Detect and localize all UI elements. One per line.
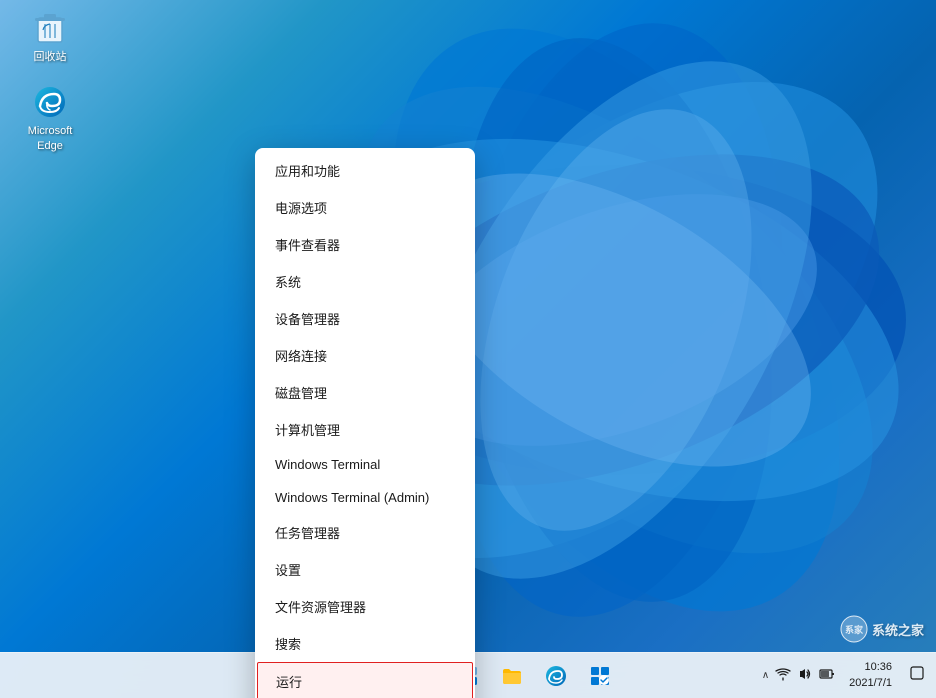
watermark: 系家 系统之家 (840, 615, 924, 643)
recycle-bin-label: 回收站 (34, 50, 67, 64)
store-button[interactable] (580, 656, 620, 696)
clock-date: 2021/7/1 (849, 676, 892, 691)
menu-item-windows-terminal-admin[interactable]: Windows Terminal (Admin) (255, 481, 475, 514)
menu-item-computer-management[interactable]: 计算机管理 (255, 411, 475, 448)
systray-expand-button[interactable]: ∧ (762, 670, 769, 681)
menu-item-search[interactable]: 搜索 (255, 625, 475, 662)
menu-item-device-manager[interactable]: 设备管理器 (255, 300, 475, 337)
menu-item-network-connections[interactable]: 网络连接 (255, 337, 475, 374)
taskbar-right: ∧ (762, 658, 936, 693)
file-explorer-button[interactable] (492, 656, 532, 696)
menu-item-system[interactable]: 系统 (255, 263, 475, 300)
battery-icon[interactable] (819, 666, 835, 685)
network-icon[interactable] (775, 666, 791, 685)
menu-item-settings[interactable]: 设置 (255, 551, 475, 588)
menu-item-run[interactable]: 运行 (257, 662, 473, 698)
menu-item-file-explorer[interactable]: 文件资源管理器 (255, 588, 475, 625)
menu-item-disk-management[interactable]: 磁盘管理 (255, 374, 475, 411)
watermark-text: 系统之家 (872, 620, 924, 639)
notification-button[interactable] (906, 664, 928, 687)
svg-text:系家: 系家 (845, 624, 864, 635)
edge-image (32, 84, 68, 120)
volume-icon[interactable] (797, 666, 813, 685)
clock-time: 10:36 (864, 660, 892, 675)
edge-taskbar-icon (545, 665, 567, 687)
context-menu: 应用和功能 电源选项 事件查看器 系统 设备管理器 网络连接 磁盘管理 计算机管… (255, 148, 475, 698)
taskbar-clock[interactable]: 10:36 2021/7/1 (843, 658, 898, 693)
recycle-bin-image (32, 10, 68, 46)
menu-item-task-manager[interactable]: 任务管理器 (255, 514, 475, 551)
menu-item-power-options[interactable]: 电源选项 (255, 189, 475, 226)
edge-label: Microsoft Edge (28, 124, 73, 153)
desktop-icons-container: 回收站 (15, 10, 85, 153)
systray-icons: ∧ (762, 666, 835, 685)
watermark-logo-icon: 系家 (840, 615, 868, 643)
folder-icon (501, 665, 523, 687)
desktop: 回收站 (0, 0, 936, 698)
menu-item-apps-features[interactable]: 应用和功能 (255, 152, 475, 189)
microsoft-edge-icon[interactable]: Microsoft Edge (15, 84, 85, 153)
menu-item-event-viewer[interactable]: 事件查看器 (255, 226, 475, 263)
edge-taskbar-button[interactable] (536, 656, 576, 696)
recycle-bin-icon[interactable]: 回收站 (15, 10, 85, 64)
store-icon (589, 665, 611, 687)
menu-item-windows-terminal[interactable]: Windows Terminal (255, 448, 475, 481)
